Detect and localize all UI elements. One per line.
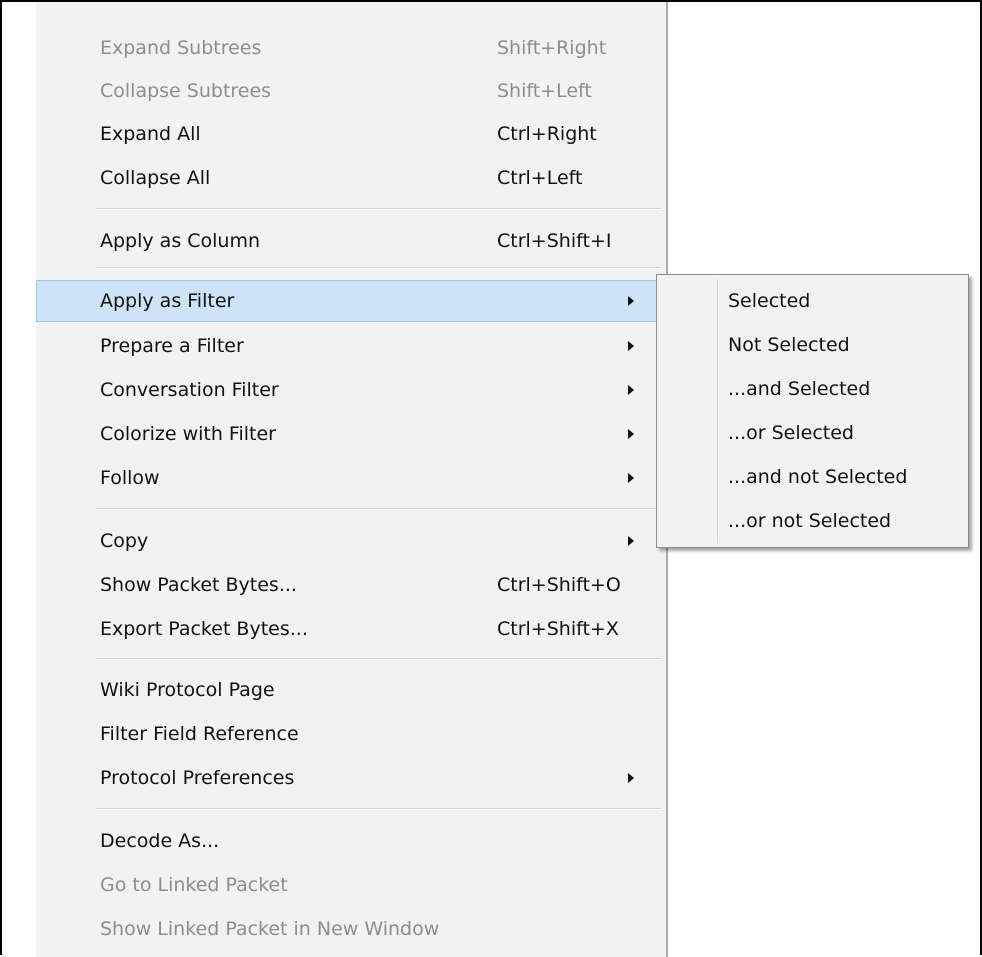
submenu-arrow-icon (628, 341, 634, 351)
menu-item-label: Follow (100, 467, 160, 489)
menu-separator (96, 808, 662, 810)
submenu-item-or-selected[interactable]: ...or Selected (657, 411, 968, 455)
submenu-arrow-icon (628, 536, 634, 546)
submenu-arrow-icon (628, 296, 634, 306)
menu-item-label: Collapse Subtrees (100, 80, 272, 102)
menu-item-shortcut: Shift+Left (497, 80, 592, 102)
menu-item-label: Protocol Preferences (100, 767, 295, 789)
menu-item-copy[interactable]: Copy (36, 520, 666, 562)
menu-item-label: Show Packet Bytes... (100, 574, 297, 596)
menu-item-expand-all[interactable]: Expand All Ctrl+Right (36, 113, 666, 155)
submenu-item-label: Not Selected (728, 334, 850, 356)
submenu-arrow-icon (628, 429, 634, 439)
menu-separator (96, 208, 662, 210)
menu-item-collapse-subtrees[interactable]: Collapse Subtrees Shift+Left (36, 70, 666, 112)
menu-item-decode-as[interactable]: Decode As... (36, 820, 666, 862)
submenu-arrow-icon (628, 773, 634, 783)
menu-item-label: Export Packet Bytes... (100, 618, 308, 640)
menu-item-label: Colorize with Filter (100, 423, 276, 445)
menu-item-shortcut: Ctrl+Right (497, 123, 597, 145)
menu-item-collapse-all[interactable]: Collapse All Ctrl+Left (36, 157, 666, 199)
submenu-arrow-icon (628, 473, 634, 483)
menu-item-label: Collapse All (100, 167, 211, 189)
menu-item-apply-as-column[interactable]: Apply as Column Ctrl+Shift+I (36, 220, 666, 262)
menu-item-filter-field-reference[interactable]: Filter Field Reference (36, 713, 666, 755)
menu-item-shortcut: Ctrl+Left (497, 167, 583, 189)
menu-separator (96, 267, 662, 269)
menu-item-show-linked-packet-in-new-window[interactable]: Show Linked Packet in New Window (36, 908, 666, 950)
menu-item-label: Wiki Protocol Page (100, 679, 275, 701)
menu-item-label: Copy (100, 530, 149, 552)
submenu-item-label: Selected (728, 290, 811, 312)
menu-item-label: Decode As... (100, 830, 220, 852)
menu-item-shortcut: Ctrl+Shift+X (497, 618, 619, 640)
submenu-item-label: ...or not Selected (728, 510, 892, 532)
submenu-item-or-not-selected[interactable]: ...or not Selected (657, 499, 968, 543)
menu-item-wiki-protocol-page[interactable]: Wiki Protocol Page (36, 669, 666, 711)
submenu-item-selected[interactable]: Selected (657, 279, 968, 323)
menu-item-colorize-with-filter[interactable]: Colorize with Filter (36, 413, 666, 455)
menu-item-follow[interactable]: Follow (36, 457, 666, 499)
screenshot-frame: Expand Subtrees Shift+Right Collapse Sub… (0, 0, 982, 957)
context-menu: Expand Subtrees Shift+Right Collapse Sub… (36, 2, 668, 957)
menu-item-shortcut: Ctrl+Shift+O (497, 574, 621, 596)
menu-separator (96, 658, 662, 660)
menu-item-protocol-preferences[interactable]: Protocol Preferences (36, 757, 666, 799)
submenu-arrow-icon (628, 385, 634, 395)
menu-item-expand-subtrees[interactable]: Expand Subtrees Shift+Right (36, 27, 666, 69)
menu-item-label: Expand Subtrees (100, 37, 262, 59)
menu-item-label: Show Linked Packet in New Window (100, 918, 440, 940)
menu-item-show-packet-bytes[interactable]: Show Packet Bytes... Ctrl+Shift+O (36, 564, 666, 606)
menu-item-label: Apply as Filter (100, 290, 235, 312)
menu-item-apply-as-filter[interactable]: Apply as Filter (36, 280, 668, 322)
submenu-item-label: ...and Selected (728, 378, 871, 400)
apply-as-filter-submenu: Selected Not Selected ...and Selected ..… (656, 274, 969, 548)
submenu-item-label: ...or Selected (728, 422, 854, 444)
menu-item-label: Apply as Column (100, 230, 261, 252)
menu-item-shortcut: Ctrl+Shift+I (497, 230, 612, 252)
submenu-item-not-selected[interactable]: Not Selected (657, 323, 968, 367)
submenu-item-and-not-selected[interactable]: ...and not Selected (657, 455, 968, 499)
menu-item-label: Go to Linked Packet (100, 874, 288, 896)
menu-item-shortcut: Shift+Right (497, 37, 607, 59)
menu-separator (96, 508, 662, 510)
menu-item-prepare-a-filter[interactable]: Prepare a Filter (36, 325, 666, 367)
menu-item-label: Expand All (100, 123, 201, 145)
menu-item-label: Conversation Filter (100, 379, 279, 401)
menu-item-export-packet-bytes[interactable]: Export Packet Bytes... Ctrl+Shift+X (36, 608, 666, 650)
submenu-item-and-selected[interactable]: ...and Selected (657, 367, 968, 411)
submenu-item-label: ...and not Selected (728, 466, 908, 488)
menu-item-label: Prepare a Filter (100, 335, 244, 357)
menu-item-label: Filter Field Reference (100, 723, 299, 745)
menu-item-conversation-filter[interactable]: Conversation Filter (36, 369, 666, 411)
menu-item-go-to-linked-packet[interactable]: Go to Linked Packet (36, 864, 666, 906)
